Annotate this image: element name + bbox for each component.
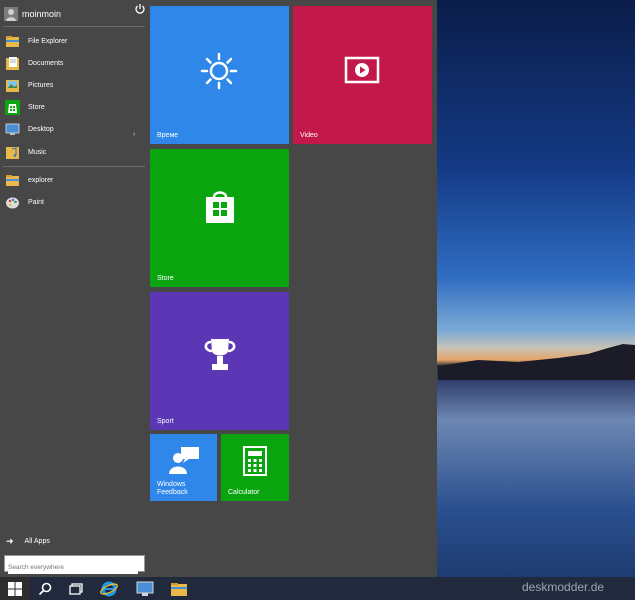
paint-icon — [6, 197, 19, 208]
menu-item-label: Pictures — [28, 81, 54, 89]
documents-icon — [6, 56, 19, 70]
watermark: deskmodder.de — [522, 580, 605, 594]
tile-label: Video — [300, 132, 318, 139]
divider — [3, 26, 145, 27]
user-account[interactable]: moinmoin — [4, 4, 146, 24]
menu-item-desktop[interactable]: Desktop — [2, 119, 146, 139]
recent-item-explorer[interactable]: explorer — [2, 170, 146, 190]
start-button[interactable] — [0, 577, 30, 600]
store-bag-icon — [206, 191, 234, 223]
tile-weather[interactable]: Време — [150, 6, 289, 144]
taskbar-internet-explorer[interactable] — [94, 577, 124, 600]
tile-windows-feedback[interactable]: Windows Feedback — [150, 434, 217, 501]
store-icon — [5, 99, 20, 115]
menu-item-music[interactable]: Music — [2, 142, 146, 162]
tile-store[interactable]: Store — [150, 149, 289, 287]
file-explorer-icon — [6, 35, 19, 47]
arrow-right-icon: ➜ — [6, 535, 14, 546]
tile-label: Windows Feedback — [157, 481, 188, 496]
tile-label: Sport — [157, 418, 174, 425]
tile-calculator[interactable]: Calculator — [221, 434, 289, 501]
tile-label: Време — [157, 132, 179, 139]
menu-item-label: Documents — [28, 59, 64, 67]
menu-item-label: Store — [28, 103, 45, 111]
sun-icon — [200, 52, 238, 90]
menu-item-documents[interactable]: Documents — [2, 53, 146, 73]
start-menu-left-column: moinmoin File Explorer Documents Picture… — [0, 0, 148, 577]
all-apps-button[interactable]: ➜ All Apps — [6, 534, 50, 548]
music-icon — [6, 146, 19, 159]
menu-item-store[interactable]: Store — [2, 97, 146, 117]
taskbar-file-explorer[interactable] — [164, 577, 194, 600]
menu-item-pictures[interactable]: Pictures — [2, 75, 146, 95]
chevron-right-icon[interactable]: › — [133, 131, 135, 138]
search-input[interactable] — [8, 561, 138, 574]
recent-item-paint[interactable]: Paint — [2, 192, 146, 212]
menu-item-label: Desktop — [28, 125, 54, 133]
task-view-icon — [69, 582, 83, 595]
feedback-icon — [169, 447, 199, 474]
tile-label: Calculator — [228, 489, 260, 496]
power-icon[interactable] — [134, 3, 146, 15]
video-icon — [344, 56, 380, 84]
explorer-icon — [6, 174, 19, 186]
menu-item-label: Paint — [28, 198, 44, 206]
username-label: moinmoin — [22, 9, 62, 19]
monitor-icon — [136, 581, 154, 596]
pictures-icon — [6, 79, 19, 92]
folder-icon — [171, 582, 187, 596]
desktop-icon — [5, 123, 20, 135]
menu-item-file-explorer[interactable]: File Explorer — [2, 31, 146, 51]
menu-item-label: File Explorer — [28, 37, 68, 45]
tile-label: Store — [157, 275, 174, 282]
search-icon — [38, 582, 52, 595]
search-box[interactable] — [4, 555, 145, 574]
menu-item-label: Music — [28, 148, 47, 156]
start-menu: moinmoin File Explorer Documents Picture… — [0, 0, 437, 577]
all-apps-label: All Apps — [24, 537, 50, 545]
internet-explorer-icon — [100, 581, 118, 596]
trophy-icon — [204, 339, 236, 370]
tile-sport[interactable]: Sport — [150, 292, 289, 430]
calculator-icon — [243, 446, 267, 476]
user-avatar-icon — [4, 7, 18, 21]
taskbar-search-button[interactable] — [30, 577, 60, 600]
mountain-silhouette — [438, 344, 635, 380]
divider — [3, 166, 145, 167]
menu-item-label: explorer — [28, 176, 54, 184]
taskbar-remote-desktop[interactable] — [130, 577, 160, 600]
tile-video[interactable]: Video — [293, 6, 432, 144]
windows-logo-icon — [8, 581, 22, 596]
task-view-button[interactable] — [61, 577, 91, 600]
